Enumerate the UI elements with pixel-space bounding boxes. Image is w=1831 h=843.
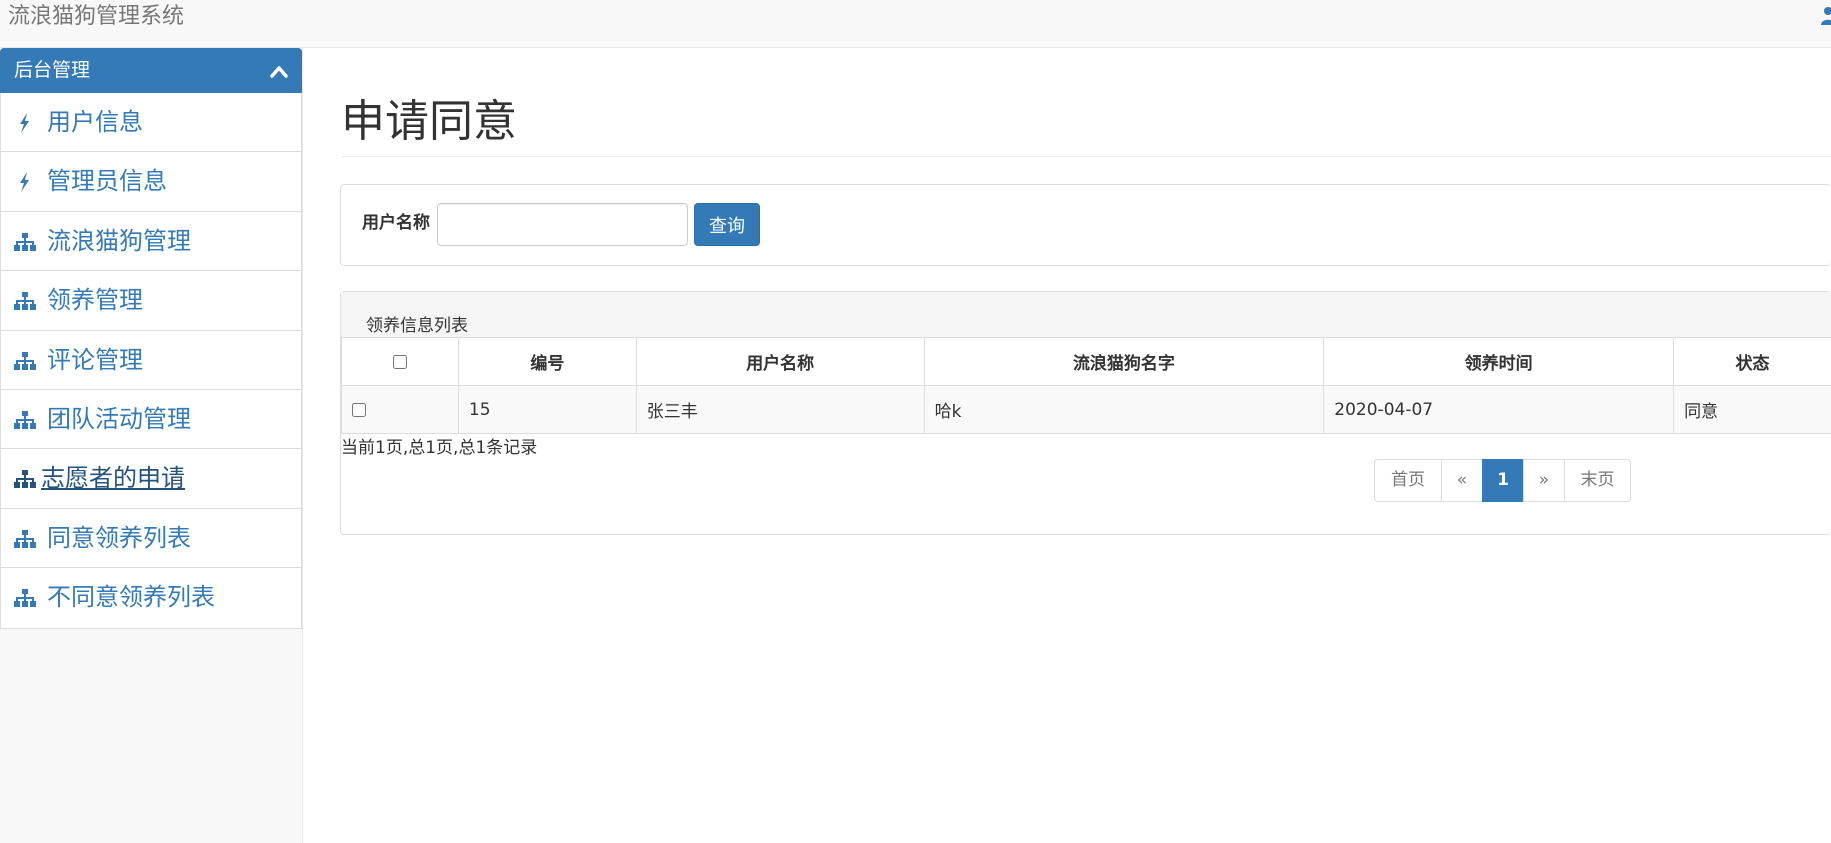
- sidebar-item-volunteer-application[interactable]: 志愿者的申请: [1, 449, 301, 509]
- cell-username: 张三丰: [635, 385, 925, 434]
- column-header-id[interactable]: 编号: [457, 337, 637, 386]
- page-1-button[interactable]: 1: [1482, 459, 1524, 502]
- chevron-up-icon[interactable]: [270, 64, 288, 78]
- sidebar-item-label: 同意领养列表: [47, 523, 191, 552]
- sitemap-icon: [14, 351, 36, 370]
- sitemap-icon: [14, 292, 36, 311]
- column-header-username[interactable]: 用户名称: [635, 337, 925, 386]
- sidebar-item-pet-management[interactable]: 流浪猫狗管理: [1, 212, 301, 272]
- sidebar: 后台管理 用户信息 管理员信息 流浪猫狗管理 领养管理 评论管理 团队活动管理: [0, 48, 303, 843]
- pagination: 首页 « 1 » 末页: [1374, 459, 1631, 502]
- search-button[interactable]: 查询: [694, 203, 760, 246]
- user-icon[interactable]: [1819, 6, 1831, 26]
- next-page-button[interactable]: »: [1523, 459, 1565, 502]
- row-checkbox[interactable]: [352, 402, 366, 417]
- sidebar-item-label: 管理员信息: [47, 167, 167, 196]
- app-title[interactable]: 流浪猫狗管理系统: [8, 2, 184, 32]
- list-panel-header: 领养信息列表: [341, 292, 1831, 337]
- sidebar-item-label: 团队活动管理: [47, 404, 191, 433]
- cell-adoption-time: 2020-04-07: [1323, 385, 1675, 434]
- username-search-input[interactable]: [437, 203, 688, 246]
- sidebar-item-adoption-management[interactable]: 领养管理: [1, 271, 301, 331]
- page-title: 申请同意: [341, 96, 517, 147]
- sitemap-icon: [14, 529, 36, 548]
- sidebar-item-rejected-adoptions[interactable]: 不同意领养列表: [1, 568, 301, 627]
- sidebar-item-label: 流浪猫狗管理: [47, 226, 191, 255]
- sitemap-icon: [14, 589, 36, 608]
- cell-pet-name: 哈k: [923, 385, 1325, 434]
- sidebar-item-label: 志愿者的申请: [41, 464, 185, 493]
- table-row: 15 张三丰 哈k 2020-04-07 同意: [341, 385, 1831, 434]
- sidebar-item-admin-info[interactable]: 管理员信息: [1, 152, 301, 212]
- first-page-button[interactable]: 首页: [1374, 459, 1442, 502]
- sidebar-item-label: 不同意领养列表: [47, 583, 215, 612]
- cell-id: 15: [457, 385, 637, 434]
- sidebar-item-team-activity[interactable]: 团队活动管理: [1, 390, 301, 450]
- title-divider: [341, 156, 1831, 157]
- sitemap-icon: [14, 232, 36, 251]
- column-header-adoption-time[interactable]: 领养时间: [1323, 337, 1675, 386]
- column-header-status[interactable]: 状态: [1673, 337, 1831, 386]
- adoption-table: 编号 用户名称 流浪猫狗名字 领养时间 状态 15 张三丰 哈k 2020-04…: [341, 337, 1831, 434]
- sidebar-menu: 用户信息 管理员信息 流浪猫狗管理 领养管理 评论管理 团队活动管理 志愿者的申…: [0, 93, 302, 629]
- pagination-info: 当前1页,总1页,总1条记录: [341, 438, 538, 458]
- select-all-cell: [341, 337, 459, 386]
- sitemap-icon: [14, 410, 36, 429]
- sidebar-item-comment-management[interactable]: 评论管理: [1, 331, 301, 390]
- sidebar-item-label: 用户信息: [47, 108, 143, 136]
- sidebar-item-approved-adoptions[interactable]: 同意领养列表: [1, 509, 301, 569]
- last-page-button[interactable]: 末页: [1564, 459, 1631, 502]
- sidebar-panel-header[interactable]: 后台管理: [0, 48, 302, 93]
- main-content: 申请同意 用户名称 查询 领养信息列表 编号 用户名称 流浪猫狗名字 领养时间 …: [303, 48, 1831, 843]
- sidebar-item-user-info[interactable]: 用户信息: [1, 93, 301, 153]
- top-navbar: 流浪猫狗管理系统: [0, 0, 1831, 48]
- sidebar-item-label: 领养管理: [47, 286, 143, 315]
- column-header-pet-name[interactable]: 流浪猫狗名字: [923, 337, 1325, 386]
- adoption-list-panel: 领养信息列表 编号 用户名称 流浪猫狗名字 领养时间 状态 15 张三丰 哈k …: [340, 291, 1831, 535]
- prev-page-button[interactable]: «: [1441, 459, 1483, 502]
- sidebar-item-label: 评论管理: [47, 345, 143, 374]
- cell-status: 同意: [1673, 385, 1831, 434]
- search-panel: 用户名称 查询: [340, 184, 1831, 266]
- list-title: 领养信息列表: [366, 316, 468, 336]
- select-all-checkbox[interactable]: [392, 354, 407, 369]
- bolt-icon: [20, 113, 29, 133]
- table-header-row: 编号 用户名称 流浪猫狗名字 领养时间 状态: [341, 337, 1831, 386]
- sidebar-heading: 后台管理: [14, 59, 91, 81]
- username-label: 用户名称: [362, 213, 430, 233]
- bolt-icon: [20, 172, 29, 193]
- row-select-cell: [341, 385, 459, 434]
- sitemap-icon: [14, 470, 36, 489]
